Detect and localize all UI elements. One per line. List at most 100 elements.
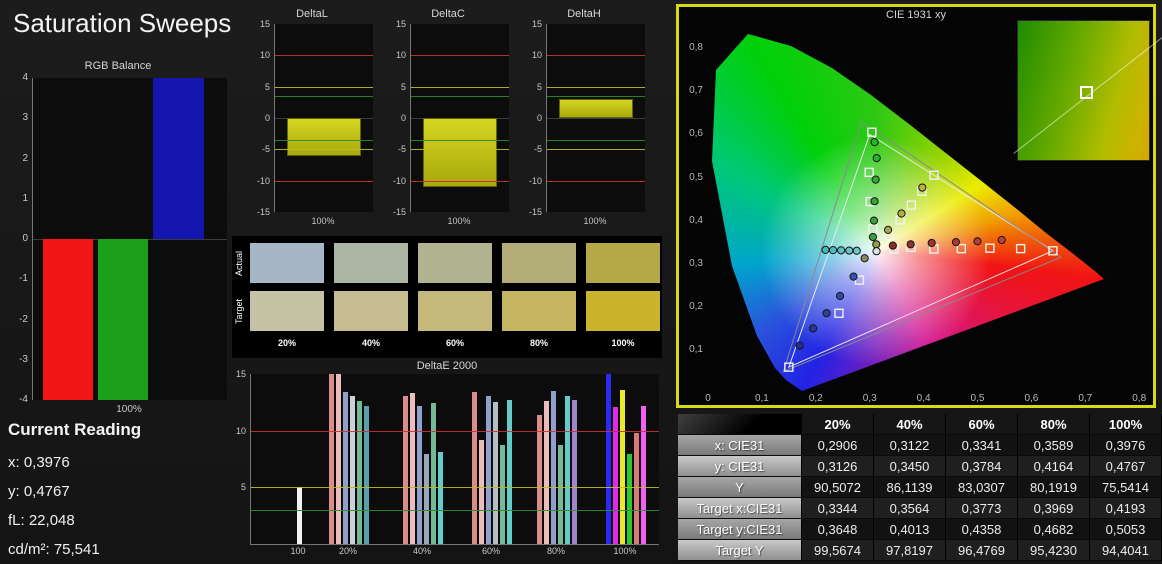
page: Saturation Sweeps RGB Balance 4 3 2 1 0 -1 -2-… (0, 0, 1162, 564)
deltae-bar (544, 401, 549, 544)
cie-measurement-point (821, 245, 830, 255)
cie-measurement-point (973, 237, 982, 246)
cie-measurement-point (828, 246, 838, 255)
table-value-cell: 80,1919 (1018, 477, 1090, 498)
deltae-x-label: 20% (338, 546, 357, 556)
reference-line (411, 55, 509, 57)
delta-h-x-label: 100% (583, 216, 607, 226)
swatch-actual-3 (502, 243, 576, 283)
delta-c-panel[interactable]: DeltaC 15 10 5 0 -5 -10 -15 100% (384, 6, 512, 234)
inset-target-marker (1079, 86, 1093, 100)
table-value-cell: 83,0307 (946, 477, 1018, 498)
reference-line (411, 139, 509, 141)
deltae2000-title: DeltaE 2000 (416, 360, 478, 372)
reference-line (411, 180, 509, 182)
table-col-header: 100% (1090, 414, 1162, 435)
swatch-row-label: Actual (234, 250, 244, 276)
reference-line (275, 180, 373, 182)
cie-measurement-point (860, 254, 869, 263)
deltae-bar (438, 452, 443, 544)
reading-line: fL: 22,048 (8, 512, 75, 529)
deltae-y-tick-label: 5 (240, 482, 246, 493)
rgb-y-tick-label: 2 (22, 152, 28, 164)
deltae-bar (424, 454, 429, 544)
cie-measurement-point (883, 225, 893, 235)
cie-zoom-inset (1013, 20, 1162, 161)
cie-measurement-point (888, 241, 897, 250)
cie-measurement-point (869, 216, 879, 225)
table-col-header: 60% (946, 414, 1018, 435)
rgb-balance-panel[interactable]: RGB Balance 4 3 2 1 0 -1 -2 -3 -4 100% (6, 58, 230, 422)
reference-line (547, 86, 645, 88)
table-value-cell: 0,3589 (1018, 435, 1090, 456)
delta-l-plot (274, 24, 373, 212)
deltae-bar (486, 395, 491, 544)
deltae-bar (565, 395, 570, 544)
rgb-balance-x-label: 100% (116, 404, 142, 415)
measurement-table[interactable]: 20% 40% 60% 80% 100% x: CIE31 0,2906 0,3122 0,33… (678, 414, 1162, 561)
swatch-target-2 (418, 291, 492, 331)
rgb-y-tick-label: -3 (19, 353, 28, 365)
delta-l-panel[interactable]: DeltaL 15 10 5 0 -5 -10 -15 100% (248, 6, 376, 234)
cie-measurement-point (870, 138, 879, 147)
rgb-y-tick-label: -1 (19, 273, 28, 285)
table-value-cell: 0,3564 (874, 498, 946, 519)
swatch-target-3 (502, 291, 576, 331)
cie-measurement-point (835, 291, 845, 301)
cie-measurement-point (906, 240, 915, 249)
swatch-col-label: 40% (361, 338, 380, 348)
delta-y-tick-label: -10 (528, 175, 542, 186)
delta-bar (558, 99, 634, 118)
reference-line (547, 55, 645, 57)
rgb-bar-red (42, 239, 94, 400)
delta-y-tick-label: -10 (392, 175, 406, 186)
delta-y-tick-label: -5 (397, 144, 406, 155)
table-row-label: Target y:CIE31 (678, 519, 802, 540)
deltae-x-label: 80% (546, 546, 565, 556)
cie-chart-panel[interactable]: CIE 1931 xy 0 0,1 0,2 0,3 0,4 0,5 0,6 0,7 0,8 0,… (676, 4, 1162, 408)
cie-measurement-point (809, 324, 818, 333)
rgb-balance-plot (32, 78, 227, 400)
table-value-cell: 0,3122 (874, 435, 946, 456)
delta-l-title: DeltaL (296, 8, 328, 20)
swatch-col-label: 20% (277, 338, 296, 348)
cie-measurement-point (897, 209, 906, 218)
deltae-bar (410, 393, 415, 544)
table-value-cell: 0,3969 (1018, 498, 1090, 519)
cie-measurement-point (849, 272, 858, 281)
deltae-plot (250, 374, 659, 545)
cie-target-marker (906, 200, 917, 210)
rgb-y-tick-label: 3 (22, 112, 28, 124)
table-row-label: y: CIE31 (678, 456, 802, 477)
deltae-bar (641, 405, 646, 544)
deltae-bar (357, 401, 362, 544)
deltae-bar (627, 454, 632, 544)
delta-y-tick-label: 10 (259, 50, 270, 61)
deltae-y-tick-label: 10 (235, 425, 246, 436)
delta-y-tick-label: 15 (395, 19, 406, 29)
delta-h-panel[interactable]: DeltaH 15 10 5 0 -5 -10 -15 100% (520, 6, 648, 234)
table-value-cell: 0,4358 (946, 519, 1018, 540)
cie-target-marker (985, 243, 995, 253)
table-value-cell: 0,4013 (874, 519, 946, 540)
deltae-bar (296, 487, 302, 544)
deltae-bar (551, 391, 556, 544)
table-value-cell: 0,3341 (946, 435, 1018, 456)
swatch-row-label: Target (234, 298, 244, 324)
cie-target-marker (868, 224, 878, 234)
table-value-cell: 94,4041 (1090, 540, 1162, 561)
delta-c-plot (410, 24, 509, 212)
reference-line (411, 86, 509, 88)
deltae-x-label: 60% (481, 546, 500, 556)
cie-measurement-point (795, 341, 804, 350)
deltae-bar (507, 400, 512, 544)
deltae-bar (500, 445, 505, 544)
reading-line: y: 0,4767 (8, 483, 70, 500)
deltae2000-panel[interactable]: DeltaE 2000 15 10 5 100 20% 40% 60% 80% 100% (232, 358, 662, 562)
delta-h-y-axis: 15 10 5 0 -5 -10 -15 (520, 19, 544, 217)
page-title: Saturation Sweeps (13, 8, 232, 38)
delta-h-plot (546, 24, 645, 212)
swatch-table[interactable]: Actual Target 20% 40% 60% 80% 100% (232, 236, 662, 358)
delta-y-tick-label: -10 (256, 175, 270, 186)
table-value-cell: 0,3450 (874, 456, 946, 477)
